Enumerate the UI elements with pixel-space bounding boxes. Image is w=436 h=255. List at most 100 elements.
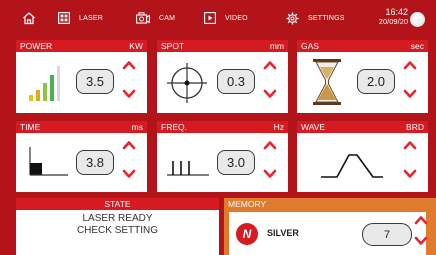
gas-title: GAS [301, 41, 319, 51]
state-title: STATE [104, 199, 131, 209]
nav-cam[interactable]: CAM [136, 0, 175, 36]
time-panel: TIME ms 3.8 [16, 121, 147, 192]
clock-date: 20/09/20 [378, 17, 408, 26]
freq-decrease-button[interactable] [263, 168, 277, 180]
camera-icon [136, 12, 150, 24]
chevron-up-icon [414, 216, 428, 225]
home-icon [23, 12, 35, 25]
time-unit: ms [131, 122, 143, 132]
memory-slot-value[interactable]: 7 [362, 223, 412, 246]
nav-cam-label: CAM [159, 14, 176, 22]
wave-unit: BRD [406, 122, 424, 132]
gas-panel: GAS sec 2.0 [297, 40, 428, 113]
power-title: POWER [20, 41, 53, 51]
pulse-step-icon [29, 147, 68, 176]
time-body: 3.8 [16, 133, 147, 192]
hourglass-icon [313, 59, 341, 105]
spot-panel: SPOT mm 0.3 [157, 40, 288, 113]
chevron-up-icon [122, 141, 136, 150]
wave-title: WAVE [301, 122, 326, 132]
state-panel: STATE LASER READY CHECK SETTING [16, 198, 219, 255]
time-header: TIME ms [16, 121, 147, 133]
memory-prev-button[interactable] [414, 235, 428, 247]
wave-body [297, 133, 428, 192]
spot-increase-button[interactable] [263, 59, 277, 71]
nav-laser-label: LASER [79, 14, 103, 22]
nav-settings[interactable]: SETTINGS [286, 0, 345, 36]
chevron-down-icon [414, 236, 428, 245]
spot-unit: mm [269, 41, 284, 51]
spot-value[interactable]: 0.3 [217, 69, 255, 94]
power-button[interactable] [410, 12, 425, 27]
state-line-1: LASER READY [82, 213, 153, 224]
spot-title: SPOT [161, 41, 185, 51]
power-value[interactable]: 3.5 [76, 69, 114, 94]
nav-settings-label: SETTINGS [308, 14, 345, 22]
chevron-up-icon [263, 61, 277, 70]
state-header: STATE [16, 198, 219, 210]
clock-time: 16:42 [385, 7, 408, 17]
video-icon [204, 12, 216, 24]
chevron-up-icon [263, 141, 277, 150]
freq-title: FREQ. [161, 122, 187, 132]
spot-body: 0.3 [157, 52, 288, 113]
state-message: LASER READY CHECK SETTING [16, 213, 219, 237]
spot-decrease-button[interactable] [263, 88, 277, 100]
freq-panel: FREQ. Hz 3.0 [157, 121, 288, 192]
nav-video-label: VIDEO [225, 14, 248, 22]
time-title: TIME [20, 122, 41, 132]
chevron-down-icon [403, 89, 417, 98]
time-decrease-button[interactable] [122, 168, 136, 180]
memory-header: MEMORY [224, 198, 436, 210]
power-panel: POWER KW 3.5 [16, 40, 147, 113]
wave-header: WAVE BRD [297, 121, 428, 133]
chevron-up-icon [403, 141, 417, 150]
trapezoid-wave-icon [321, 154, 383, 178]
power-decrease-button[interactable] [122, 88, 136, 100]
chevron-down-icon [263, 169, 277, 178]
time-value[interactable]: 3.8 [76, 150, 114, 175]
wave-panel: WAVE BRD [297, 121, 428, 192]
gas-body: 2.0 [297, 52, 428, 113]
gas-increase-button[interactable] [403, 59, 417, 71]
memory-name[interactable]: SILVER [267, 228, 299, 238]
freq-body: 3.0 [157, 133, 288, 192]
memory-next-button[interactable] [414, 214, 428, 226]
chevron-down-icon [403, 169, 417, 178]
nav-laser[interactable]: LASER [58, 0, 103, 36]
chevron-down-icon [263, 89, 277, 98]
power-increase-button[interactable] [122, 59, 136, 71]
power-body: 3.5 [16, 52, 147, 113]
clock: 16:42 20/09/20 [368, 7, 408, 27]
chevron-up-icon [122, 61, 136, 70]
time-increase-button[interactable] [122, 139, 136, 151]
nav-home[interactable] [22, 0, 36, 36]
wave-prev-button[interactable] [403, 168, 417, 180]
freq-value[interactable]: 3.0 [217, 150, 255, 175]
chevron-up-icon [403, 61, 417, 70]
gas-value[interactable]: 2.0 [357, 69, 395, 94]
power-header: POWER KW [16, 40, 147, 52]
signal-bars-icon [29, 66, 60, 101]
crosshair-icon [167, 63, 207, 103]
gas-header: GAS sec [297, 40, 428, 52]
gas-unit: sec [410, 41, 424, 51]
state-line-2: CHECK SETTING [76, 225, 159, 236]
chevron-down-icon [122, 89, 136, 98]
chevron-down-icon [122, 169, 136, 178]
spot-header: SPOT mm [157, 40, 288, 52]
wave-next-button[interactable] [403, 139, 417, 151]
gas-decrease-button[interactable] [403, 88, 417, 100]
freq-unit: Hz [273, 122, 284, 132]
gear-icon [286, 11, 299, 25]
power-unit: KW [129, 41, 143, 51]
memory-panel: MEMORY N SILVER 7 [224, 198, 436, 255]
memory-title: MEMORY [228, 199, 267, 209]
nav-video[interactable]: VIDEO [204, 0, 248, 36]
top-nav: LASER CAM VIDEO SETTINGS 16:42 20/09/20 [0, 0, 436, 36]
pulse-train-icon [167, 161, 209, 176]
memory-badge: N [236, 223, 258, 245]
freq-header: FREQ. Hz [157, 121, 288, 133]
laser-grid-icon [58, 12, 70, 24]
freq-increase-button[interactable] [263, 139, 277, 151]
